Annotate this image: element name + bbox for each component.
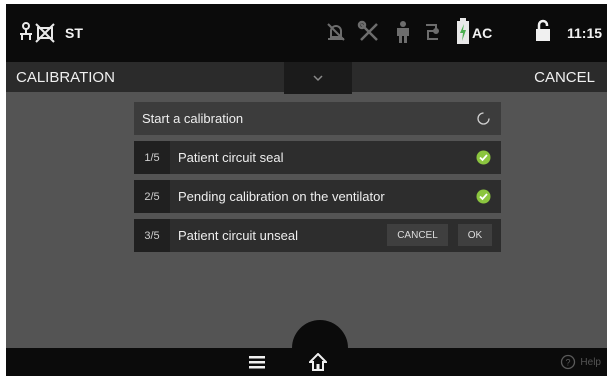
step-label: Pending calibration on the ventilator xyxy=(178,189,385,204)
step-label: Patient circuit seal xyxy=(178,150,284,165)
check-icon xyxy=(476,189,491,204)
home-icon[interactable] xyxy=(307,352,329,371)
calibration-step-row: 2/5 Pending calibration on the ventilato… xyxy=(134,180,501,213)
circuit-icon[interactable] xyxy=(422,21,442,43)
ok-button[interactable]: OK xyxy=(458,224,492,246)
patient-icon[interactable] xyxy=(393,20,413,44)
step-cancel-button[interactable]: CANCEL xyxy=(387,224,448,246)
power-source: AC xyxy=(472,25,493,41)
start-calibration-label: Start a calibration xyxy=(142,111,244,126)
menu-icon[interactable] xyxy=(249,355,265,369)
step-label: Patient circuit unseal xyxy=(178,228,298,243)
calibration-panel: Start a calibration 1/5 Patient circuit … xyxy=(134,102,501,253)
step-number: 3/5 xyxy=(134,219,170,252)
start-calibration-row[interactable]: Start a calibration xyxy=(134,102,501,135)
help-button[interactable]: ? Help xyxy=(560,354,601,370)
check-icon xyxy=(476,150,491,165)
clock: 11:15 xyxy=(567,25,603,41)
collapse-tab[interactable] xyxy=(284,62,352,94)
calibration-step-row: 3/5 Patient circuit unseal CANCEL OK xyxy=(134,219,501,252)
page-title: CALIBRATION xyxy=(16,69,115,86)
step-number: 2/5 xyxy=(134,180,170,213)
tools-icon[interactable] xyxy=(357,20,381,44)
chevron-down-icon xyxy=(313,75,323,82)
title-cancel-button[interactable]: CANCEL xyxy=(534,69,595,86)
step-number: 1/5 xyxy=(134,141,170,174)
ventilator-screen: ST AC 11:15 CALIBRATION CANCEL Start a c… xyxy=(6,4,607,376)
battery-charging-icon xyxy=(457,18,469,44)
help-label: Help xyxy=(580,356,601,368)
spinner-icon xyxy=(476,111,491,126)
network-crossed-icon[interactable] xyxy=(18,20,58,46)
help-icon: ? xyxy=(561,354,576,370)
lock-icon[interactable] xyxy=(536,19,550,43)
status-bar: ST AC 11:15 xyxy=(6,4,607,62)
bottom-bar xyxy=(6,348,607,376)
alarm-off-icon[interactable] xyxy=(325,21,347,43)
calibration-step-row: 1/5 Patient circuit seal xyxy=(134,141,501,174)
svg-text:?: ? xyxy=(566,358,571,368)
ventilation-mode: ST xyxy=(65,25,83,41)
